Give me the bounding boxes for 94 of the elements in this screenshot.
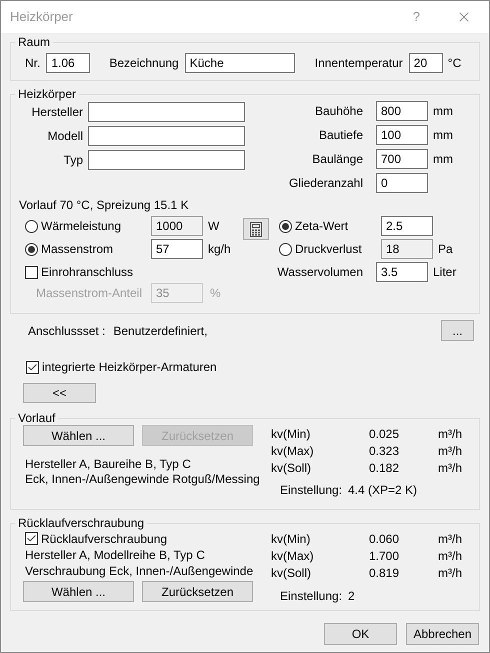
kv-value: 0.182 — [368, 460, 399, 476]
info-text: Vorlauf 70 °C, Spreizung 15.1 K — [19, 197, 189, 214]
checkbox[interactable] — [26, 360, 39, 374]
unit-label: m³/h — [438, 548, 462, 564]
description-text: Eck, Innen-/Außengewinde Rotguß/Messing — [25, 472, 261, 487]
text-field[interactable]: 1000 — [151, 216, 203, 236]
radio-label: Wärmeleistung — [41, 218, 122, 235]
checkbox[interactable] — [25, 266, 38, 278]
unit-label: Pa — [438, 241, 453, 258]
radio-button[interactable] — [25, 220, 38, 232]
field-label: Modell — [46, 128, 83, 145]
checkbox[interactable] — [25, 532, 38, 545]
field-label: Einstellung: — [280, 482, 344, 499]
kv-value: 0.819 — [368, 564, 399, 582]
field-label: kv(Soll) — [271, 460, 312, 476]
unit-label: m³/h — [438, 564, 462, 582]
field-label: kv(Min) — [271, 426, 312, 442]
help-label: ? — [412, 8, 420, 26]
field-label: Hersteller — [30, 104, 83, 121]
ok-button[interactable]: OK — [324, 623, 397, 645]
text-field[interactable]: 18 — [381, 239, 433, 259]
group-title: Rücklaufverschraubung — [17, 516, 146, 530]
field-label: Einstellung: — [280, 588, 344, 605]
unit-label: mm — [433, 103, 453, 120]
radio-label: Massenstrom — [41, 241, 114, 258]
field-label: kv(Min) — [271, 530, 312, 548]
text-field[interactable]: 20 — [408, 53, 443, 73]
kv-value: 0.060 — [368, 530, 399, 548]
checkbox-label: Rücklaufverschraubung — [41, 530, 168, 548]
kv-value: 0.323 — [368, 442, 399, 460]
kv-value: 0.025 — [368, 426, 399, 442]
setting-value: 2 — [348, 588, 355, 605]
field-label: Wasservolumen — [276, 264, 363, 281]
field-label: kv(Max) — [271, 548, 315, 564]
unit-label: m³/h — [438, 442, 462, 460]
text-field[interactable] — [88, 102, 245, 122]
unit-label: kg/h — [208, 241, 232, 258]
field-label: Nr. — [25, 55, 40, 72]
description-text: Hersteller A, Baureihe B, Typ C — [25, 457, 192, 472]
unit-label: m³/h — [438, 426, 462, 442]
field-label: Baulänge — [311, 151, 363, 168]
text-field[interactable]: 57 — [151, 239, 203, 259]
text-field[interactable]: 3.5 — [376, 262, 428, 282]
field-label: Bautiefe — [318, 127, 363, 144]
radio-button[interactable] — [279, 242, 292, 256]
calculator-button[interactable] — [243, 218, 269, 240]
unit-label: mm — [433, 127, 453, 144]
unit-label: m³/h — [438, 460, 462, 476]
unit-label: mm — [433, 151, 453, 168]
select-button[interactable]: Wählen ... — [23, 581, 134, 602]
text-field[interactable]: 2.5 — [381, 216, 433, 236]
text-field[interactable]: 800 — [376, 101, 428, 121]
group-title: Heizkörper — [17, 87, 78, 101]
window-title: Heizkörper — [10, 8, 73, 26]
description-text: Hersteller A, Modellreihe B, Typ C — [25, 547, 206, 563]
field-label: Massenstrom-Anteil — [34, 285, 142, 302]
field-label: Bezeichnung — [109, 55, 179, 72]
field-label: Innentemperatur — [314, 55, 403, 72]
kv-value: 1.700 — [368, 548, 399, 564]
more-button[interactable]: ... — [441, 320, 474, 341]
text-field[interactable]: 100 — [376, 125, 428, 145]
select-button[interactable]: Wählen ... — [23, 425, 134, 446]
unit-label: Liter — [433, 264, 456, 281]
unit-label: W — [208, 218, 220, 235]
field-label: kv(Max) — [271, 442, 315, 460]
text-field[interactable]: 0 — [376, 173, 428, 193]
text-field[interactable] — [88, 126, 245, 146]
calculator-icon — [250, 222, 262, 236]
field-label: Bauhöhe — [314, 103, 363, 120]
group-title: Raum — [17, 35, 52, 49]
connection-set-value: Benutzerdefiniert, — [113, 322, 208, 340]
checkbox-label: integrierte Heizkörper-Armaturen — [42, 359, 217, 376]
unit-label: % — [210, 285, 221, 302]
cancel-button[interactable]: Abbrechen — [406, 623, 479, 645]
text-field[interactable] — [88, 150, 245, 170]
field-label: Anschlussset : — [28, 322, 106, 340]
text-field[interactable]: 700 — [376, 149, 428, 169]
description-text: Verschraubung Eck, Innen-/Außengewinde — [25, 563, 254, 579]
group-title: Vorlauf — [17, 411, 56, 425]
field-label: Typ — [62, 152, 83, 169]
reset-button[interactable]: Zurücksetzen — [142, 581, 253, 602]
text-field[interactable]: Küche — [184, 53, 295, 73]
radio-label: Zeta-Wert — [295, 218, 348, 235]
field-label: Gliederanzahl — [288, 175, 363, 192]
radio-label: Druckverlust — [295, 241, 362, 258]
unit-label: m³/h — [438, 530, 462, 548]
setting-value: 4.4 (XP=2 K) — [348, 482, 418, 499]
checkbox-label: Einrohranschluss — [41, 264, 134, 281]
radio-button[interactable] — [279, 220, 292, 232]
unit-label: °C — [448, 55, 462, 72]
field-label: kv(Soll) — [271, 564, 312, 582]
radio-button[interactable] — [25, 242, 38, 256]
text-field[interactable]: 1.06 — [46, 53, 90, 73]
collapse-button[interactable]: << — [23, 383, 96, 403]
